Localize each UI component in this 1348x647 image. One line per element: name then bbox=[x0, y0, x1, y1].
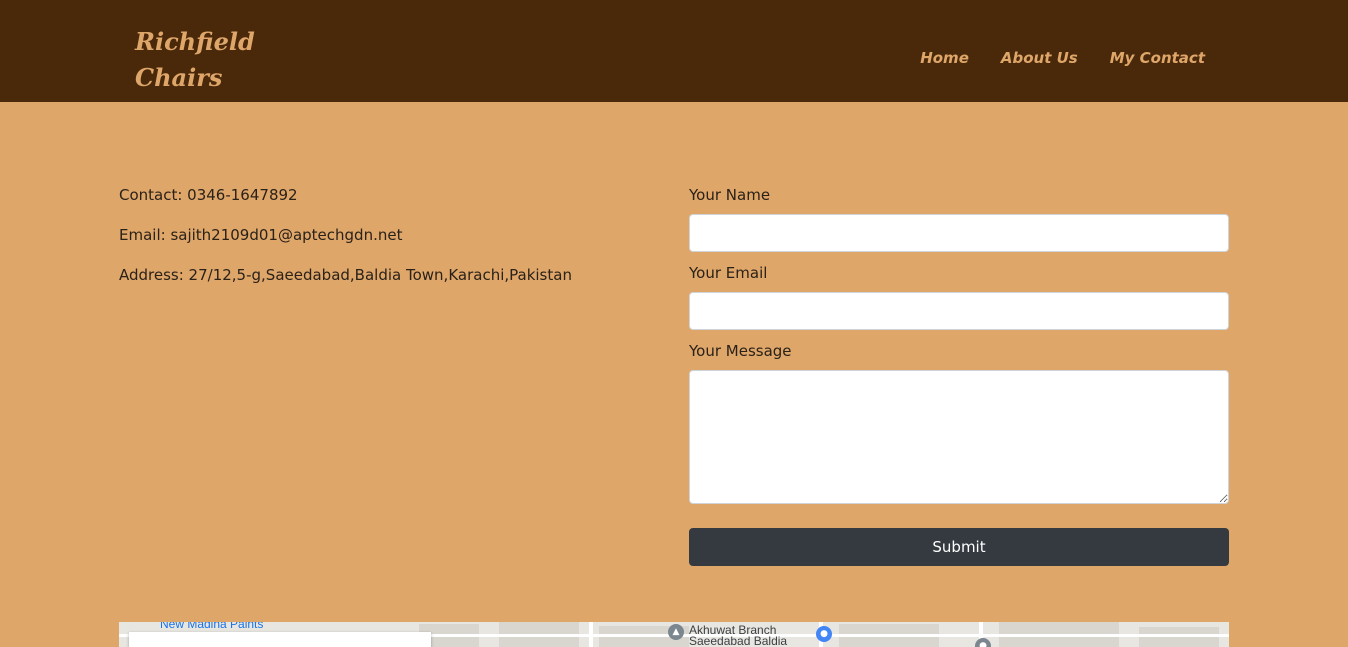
main-nav: Home About Us My Contact bbox=[920, 47, 1205, 69]
brand-line-2: Chairs bbox=[135, 63, 223, 92]
navbar: Richfield Chairs Home About Us My Contac… bbox=[0, 0, 1348, 102]
map-label-saeedabad: Saeedabad Baldia bbox=[689, 634, 788, 647]
contact-phone: Contact: 0346-1647892 bbox=[119, 186, 298, 204]
email-label: Your Email bbox=[689, 264, 768, 282]
email-input[interactable] bbox=[689, 292, 1229, 330]
name-label: Your Name bbox=[689, 186, 771, 204]
shopping-pin-icon[interactable]: ● bbox=[816, 626, 832, 642]
contact-address: Address: 27/12,5-g,Saeedabad,Baldia Town… bbox=[119, 266, 572, 284]
nav-my-contact[interactable]: My Contact bbox=[1110, 47, 1205, 69]
contact-email: Email: sajith2109d01@aptechgdn.net bbox=[119, 226, 403, 244]
map-label-paints: New Madina Paints bbox=[160, 622, 264, 631]
submit-button[interactable]: Submit bbox=[689, 528, 1229, 566]
contact-form: Your Name Your Email Your Message Submit bbox=[689, 184, 1229, 566]
brand-line-1: Richfield bbox=[135, 27, 255, 56]
message-textarea[interactable] bbox=[689, 370, 1229, 504]
school-pin-icon[interactable]: ▲ bbox=[668, 624, 684, 640]
contact-info: Contact: 0346-1647892 Email: sajith2109d… bbox=[119, 184, 572, 304]
nav-about-us[interactable]: About Us bbox=[1001, 47, 1078, 69]
embedded-map[interactable]: New Madina Paints ▲ Akhuwat Branch Saeed… bbox=[119, 622, 1229, 647]
name-input[interactable] bbox=[689, 214, 1229, 252]
map-info-card[interactable] bbox=[129, 632, 431, 647]
nav-home[interactable]: Home bbox=[920, 47, 969, 69]
brand-logo[interactable]: Richfield Chairs bbox=[135, 24, 275, 96]
message-label: Your Message bbox=[689, 342, 792, 360]
place-pin-icon[interactable]: ● bbox=[975, 638, 991, 647]
